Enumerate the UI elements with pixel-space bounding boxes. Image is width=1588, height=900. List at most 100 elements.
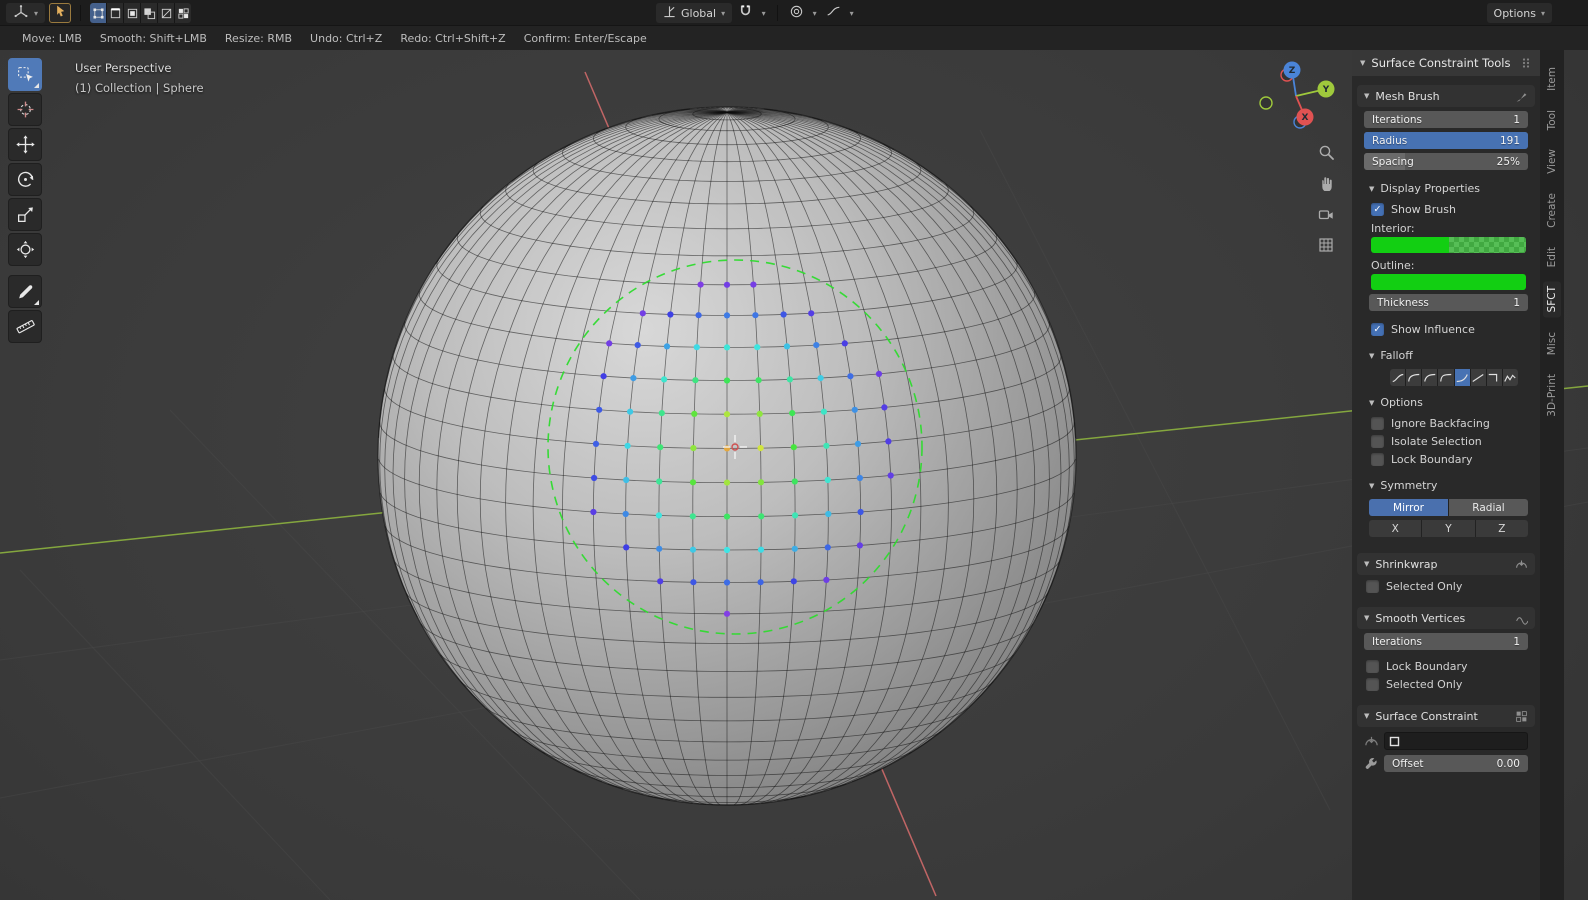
falloff-sharp-button[interactable]	[1454, 369, 1470, 386]
ignore-backfacing-checkbox[interactable]: Ignore Backfacing	[1371, 417, 1526, 430]
move-tool-button[interactable]	[8, 128, 42, 161]
isolate-selection-checkbox[interactable]: Isolate Selection	[1371, 435, 1526, 448]
options-dropdown[interactable]: Options ▾	[1486, 3, 1552, 23]
falloff-linear-button[interactable]	[1470, 369, 1486, 386]
sidebar-tab-view[interactable]: View	[1543, 144, 1561, 179]
show-influence-checkbox[interactable]: ✓ Show Influence	[1371, 323, 1526, 336]
falloff-root-button[interactable]	[1422, 369, 1438, 386]
smooth-lock-boundary-checkbox[interactable]: Lock Boundary	[1366, 660, 1526, 673]
falloff-options-chevron[interactable]: ▾	[846, 3, 857, 23]
checkbox-box[interactable]	[1371, 453, 1384, 466]
box-select-tool-button[interactable]	[8, 58, 42, 91]
checkbox-box[interactable]: ✓	[1371, 203, 1384, 216]
rotate-tool-button[interactable]	[8, 163, 42, 196]
checkbox-box[interactable]	[1366, 660, 1379, 673]
proportional-editing-button[interactable]	[786, 3, 806, 23]
measure-tool-button[interactable]	[8, 310, 42, 343]
orthographic-button[interactable]	[1314, 233, 1338, 257]
snap-options-dropdown[interactable]: ▾	[758, 3, 769, 23]
outline-color-swatch[interactable]	[1371, 274, 1526, 290]
scale-tool-button[interactable]	[8, 198, 42, 231]
viewport-3d[interactable]: User Perspective (1) Collection | Sphere…	[0, 50, 1588, 900]
select-mode-grid-button[interactable]	[175, 3, 192, 23]
svg-text:Y: Y	[1322, 85, 1330, 95]
radius-slider[interactable]: Radius 191	[1364, 132, 1528, 149]
orientation-dropdown[interactable]: Global ▾	[656, 3, 733, 23]
orientation-label: Global	[681, 6, 717, 20]
annotate-tool-button[interactable]	[8, 275, 42, 308]
pan-button[interactable]	[1314, 171, 1338, 195]
grip-icon[interactable]	[1520, 57, 1532, 69]
camera-button[interactable]	[1314, 202, 1338, 226]
proportional-options-dropdown[interactable]: ▾	[809, 3, 820, 23]
smooth-selected-only-checkbox[interactable]: Selected Only	[1366, 678, 1526, 691]
shrinkwrap-header[interactable]: ▼ Shrinkwrap	[1357, 553, 1535, 575]
display-properties-header[interactable]: ▼ Display Properties	[1362, 174, 1535, 198]
sidebar-tab-sfct[interactable]: SFCT	[1543, 281, 1561, 318]
thickness-slider[interactable]: Thickness 1	[1369, 294, 1528, 311]
navigation-gizmo[interactable]: Z Y X	[1256, 56, 1336, 136]
shrinkwrap-selected-only-checkbox[interactable]: Selected Only	[1366, 580, 1526, 593]
radial-button[interactable]: Radial	[1449, 499, 1528, 516]
active-tool-button[interactable]	[49, 3, 72, 23]
editor-type-button[interactable]: ▾	[6, 3, 46, 23]
sidebar-tab-create[interactable]: Create	[1543, 188, 1561, 233]
zoom-button[interactable]	[1314, 140, 1338, 164]
falloff-dropdown[interactable]	[823, 3, 843, 23]
separator	[777, 5, 779, 21]
symmetry-y-button[interactable]: Y	[1422, 520, 1475, 537]
viewport-canvas[interactable]	[0, 50, 1588, 900]
symmetry-header[interactable]: ▼ Symmetry	[1362, 471, 1535, 495]
target-object-field[interactable]	[1384, 732, 1528, 750]
falloff-random-button[interactable]	[1502, 369, 1518, 386]
falloff-sphere-button[interactable]	[1406, 369, 1422, 386]
checkbox-box[interactable]	[1366, 580, 1379, 593]
offset-slider[interactable]: Offset 0.00	[1384, 755, 1528, 772]
smooth-vertices-header[interactable]: ▼ Smooth Vertices	[1357, 607, 1535, 629]
checkbox-box[interactable]	[1371, 417, 1384, 430]
checkbox-box[interactable]: ✓	[1371, 323, 1384, 336]
interior-color-swatch[interactable]	[1371, 237, 1526, 253]
show-brush-checkbox[interactable]: ✓ Show Brush	[1371, 203, 1526, 216]
cursor-tool-button[interactable]	[8, 93, 42, 126]
sidebar-tab-item[interactable]: Item	[1543, 62, 1561, 96]
sidebar-tab-3d-print[interactable]: 3D-Print	[1543, 369, 1561, 422]
select-mode-vertex-button[interactable]	[90, 3, 107, 23]
interior-label: Interior:	[1371, 222, 1415, 235]
sidebar-tab-tool[interactable]: Tool	[1543, 105, 1561, 135]
panel-header[interactable]: ▼ Surface Constraint Tools	[1352, 50, 1540, 76]
falloff-inverse-square-button[interactable]	[1438, 369, 1454, 386]
falloff-header[interactable]: ▼ Falloff	[1362, 341, 1535, 365]
offset-tool-icon	[1365, 758, 1377, 769]
magnet-icon	[738, 4, 753, 23]
mesh-brush-header[interactable]: ▼ Mesh Brush	[1357, 85, 1535, 107]
checkbox-box[interactable]	[1366, 678, 1379, 691]
surface-constraint-header[interactable]: ▼ Surface Constraint	[1357, 705, 1535, 727]
sidebar-tab-misc[interactable]: Misc	[1543, 327, 1561, 360]
symmetry-x-button[interactable]: X	[1369, 520, 1422, 537]
checkbox-box[interactable]	[1371, 435, 1384, 448]
select-mode-edge-button[interactable]	[107, 3, 124, 23]
select-mode-island-button[interactable]	[141, 3, 158, 23]
select-mode-face-button[interactable]	[124, 3, 141, 23]
slider-label: Radius	[1372, 134, 1408, 147]
smooth-iterations-slider[interactable]: Iterations 1	[1364, 633, 1528, 650]
falloff-smooth-button[interactable]	[1390, 369, 1406, 386]
symmetry-z-button[interactable]: Z	[1475, 520, 1528, 537]
sidebar-tab-edit[interactable]: Edit	[1543, 242, 1561, 272]
chevron-down-icon: ▾	[1540, 8, 1545, 18]
options-header[interactable]: ▼ Options	[1362, 388, 1535, 412]
falloff-constant-button[interactable]	[1486, 369, 1502, 386]
mirror-button[interactable]: Mirror	[1369, 499, 1448, 516]
lock-boundary-checkbox[interactable]: Lock Boundary	[1371, 453, 1526, 466]
slider-label: Iterations	[1372, 113, 1423, 126]
collapse-arrow-icon: ▼	[1369, 481, 1375, 490]
svg-text:X: X	[1302, 113, 1309, 123]
hint-text: Redo: Ctrl+Shift+Z	[400, 31, 506, 45]
spacing-slider[interactable]: Spacing 25%	[1364, 153, 1528, 170]
viewport-editor-icon	[13, 4, 29, 23]
iterations-slider[interactable]: Iterations 1	[1364, 111, 1528, 128]
transform-tool-button[interactable]	[8, 233, 42, 266]
select-mode-xray-button[interactable]	[158, 3, 175, 23]
snap-magnet-button[interactable]	[735, 3, 755, 23]
